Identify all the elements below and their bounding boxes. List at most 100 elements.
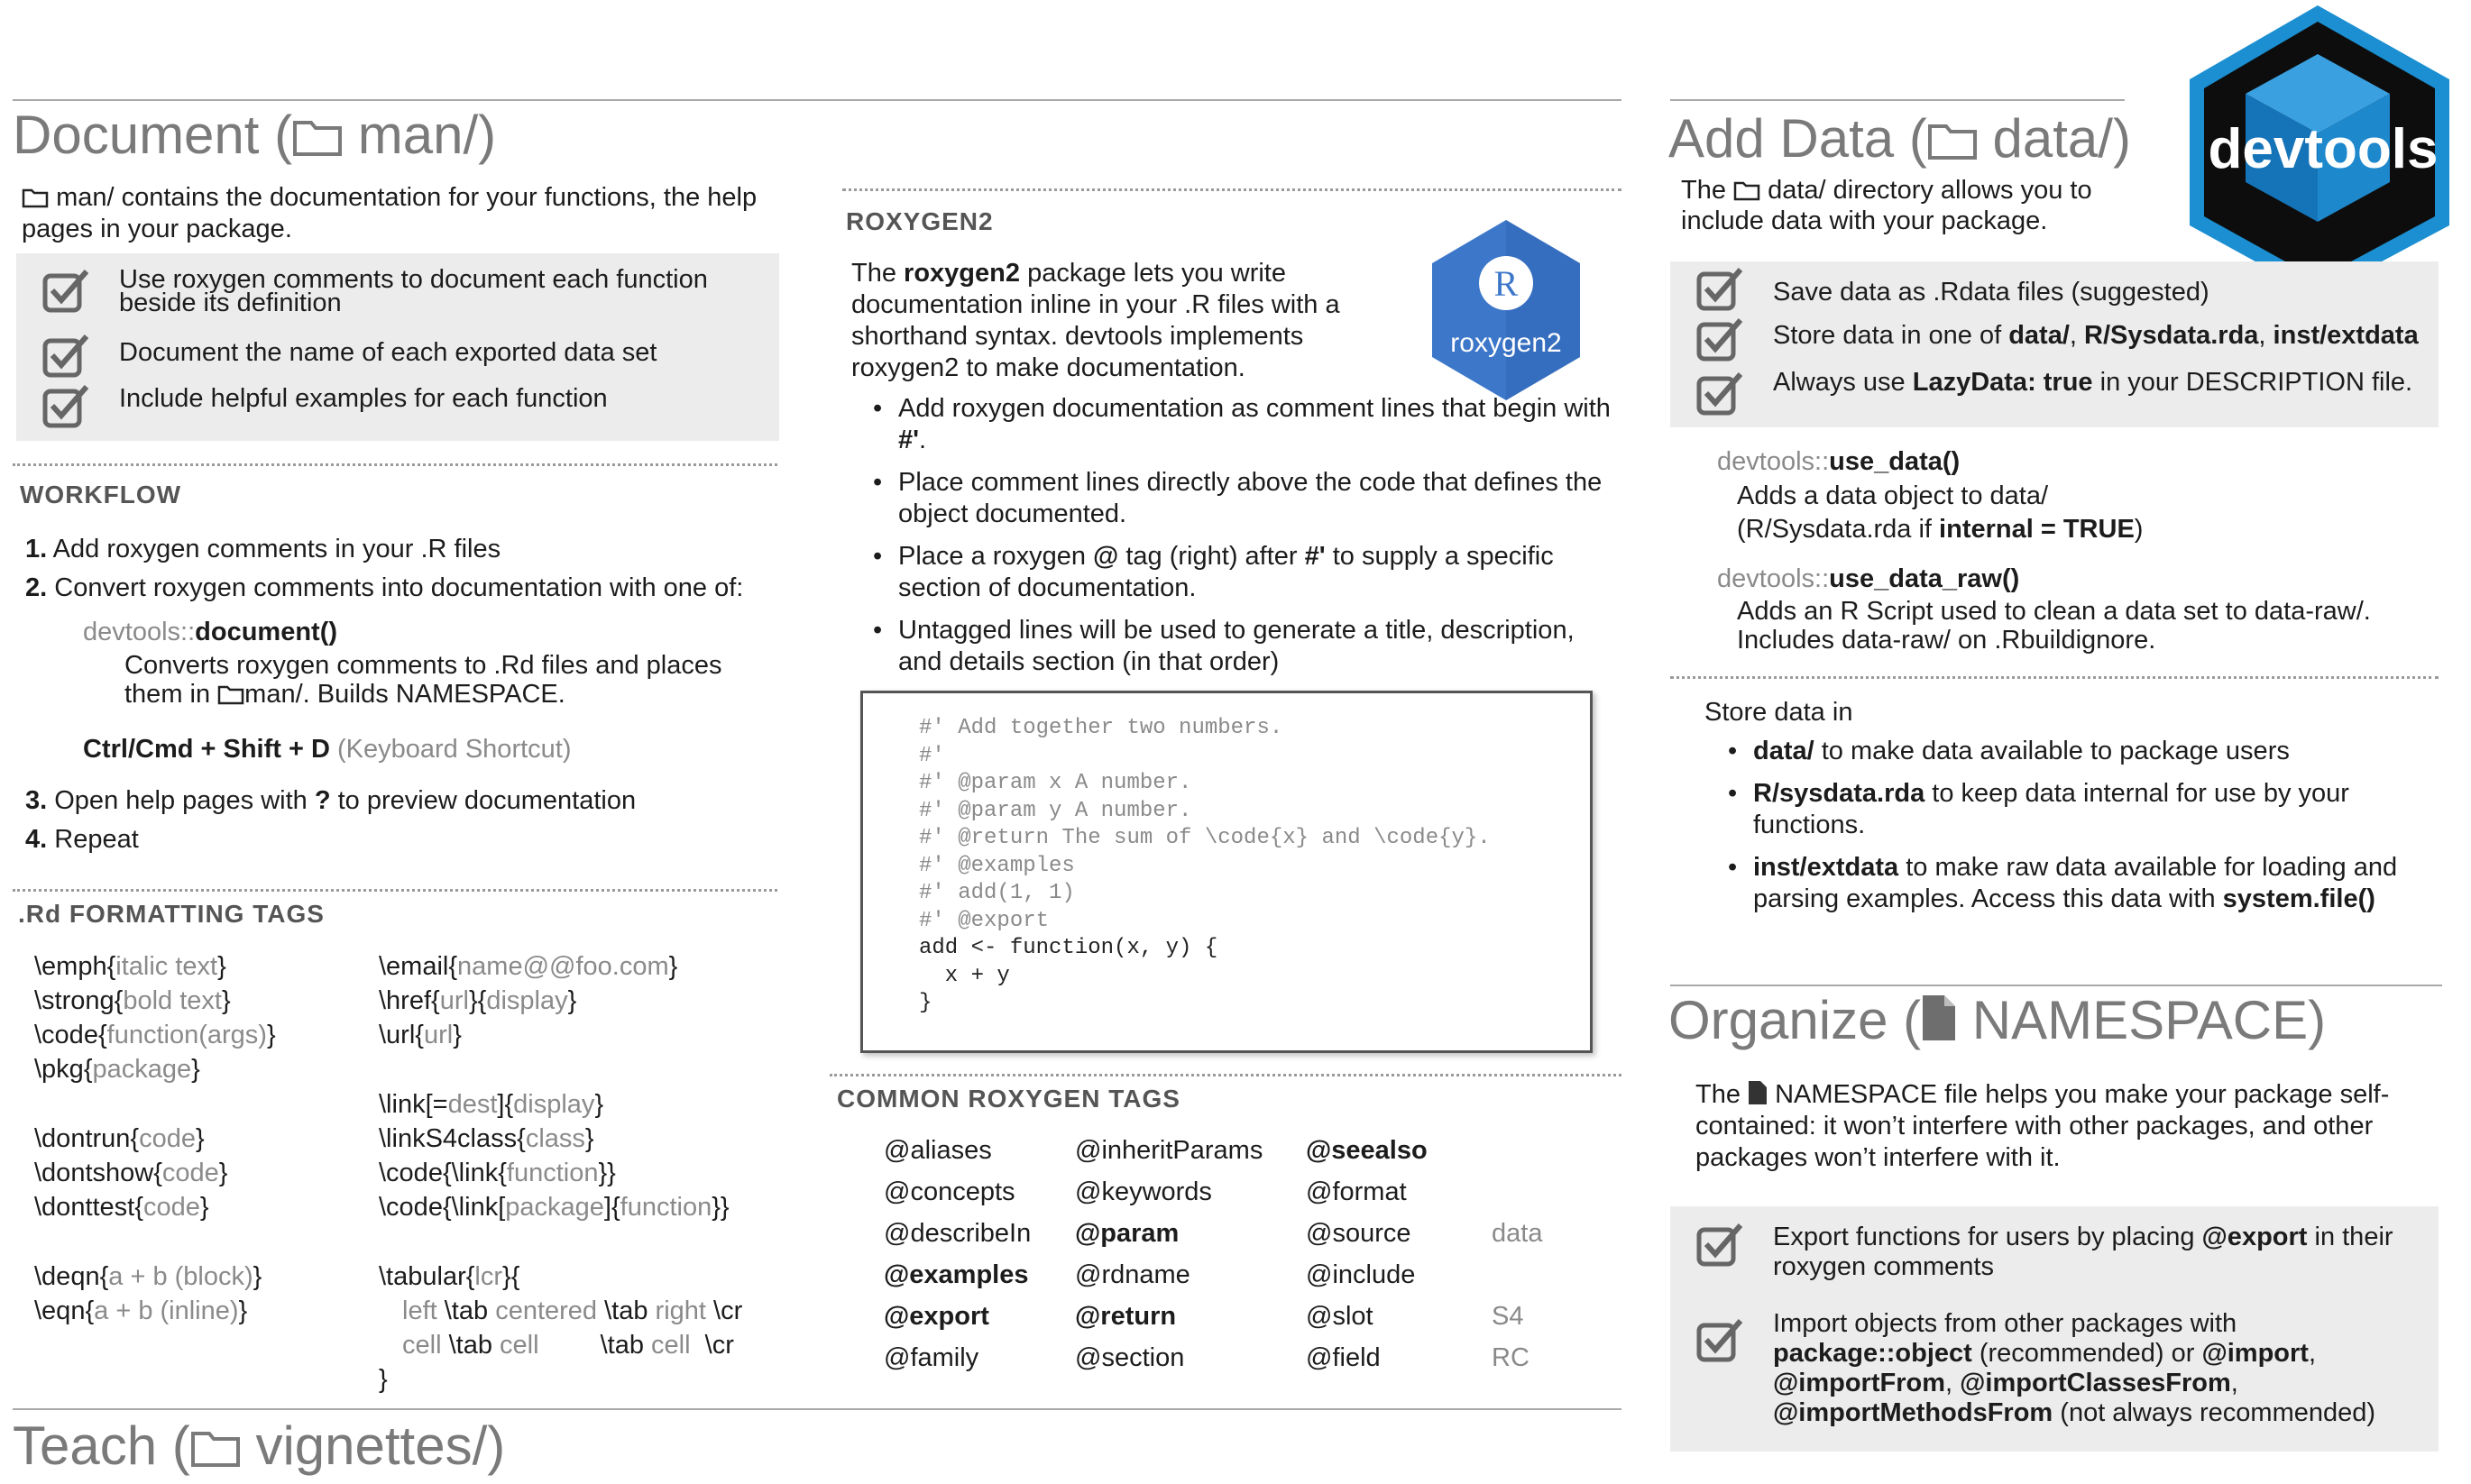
step-text: Add roxygen comments in your .R files <box>52 535 501 563</box>
check-bold: @importClassesFrom <box>1960 1369 2231 1397</box>
dotted-divider <box>13 463 777 466</box>
workflow-step-4: 4. Repeat <box>25 824 139 856</box>
tag-close: } <box>218 1159 228 1187</box>
folder-icon <box>190 1432 240 1467</box>
check-bold: data/ <box>2008 321 2070 350</box>
checkbox-icon <box>1696 1223 1743 1267</box>
fn-prefix: devtools:: <box>83 618 196 646</box>
tag-category: data <box>1492 1219 1543 1248</box>
rd-tag: \pkg{package} <box>34 1052 200 1086</box>
code-comment: #' @param x A number. <box>919 771 1192 795</box>
roxygen-tag: @describeIn <box>884 1219 1032 1248</box>
tag-arg: code <box>161 1159 219 1187</box>
add-data-heading: Add Data ( data/) <box>1668 108 2131 169</box>
checkbox-icon <box>1696 268 1743 311</box>
checkbox-icon <box>42 385 89 428</box>
roxygen-bullets: Add roxygen documentation as comment lin… <box>869 393 1618 689</box>
store-bold: data/ <box>1753 737 1814 765</box>
document-intro: man/ contains the documentation for your… <box>22 182 797 245</box>
fn-desc-bold: internal = TRUE <box>1939 515 2135 544</box>
organize-check-1: Export functions for users by placing @e… <box>1773 1223 2422 1282</box>
check-bold: @importMethodsFrom <box>1773 1398 2053 1427</box>
check-bold: @import <box>2201 1339 2309 1368</box>
document-heading-dir: man/) <box>357 105 497 165</box>
top-rule-right <box>1670 99 2125 101</box>
code-example: #' Add together two numbers. #' #' @para… <box>860 691 1593 1053</box>
tag-arg: display <box>486 986 568 1015</box>
check-bold: R/Sysdata.rda <box>2084 321 2259 350</box>
intro-dir: man/ <box>56 183 115 212</box>
file-icon <box>1923 995 1956 1040</box>
top-rule <box>13 99 1621 101</box>
step-text: Open help pages with <box>54 786 308 815</box>
checkbox-icon <box>42 270 89 313</box>
tag-close: } <box>567 986 577 1015</box>
tag-close: } <box>191 1055 200 1084</box>
tag-arg: bold text <box>123 986 222 1015</box>
logo-text: roxygen2 <box>1450 328 1561 358</box>
intro-word: The <box>1695 1080 1741 1109</box>
devtools-logo: devtools <box>2190 5 2449 296</box>
common-tags-title: COMMON ROXYGEN TAGS <box>837 1085 1180 1113</box>
tabular-end: \cr <box>713 1296 743 1325</box>
tag-close: } <box>199 1193 209 1222</box>
check-text: in your DESCRIPTION file. <box>2092 368 2413 397</box>
bullet-bold: #' <box>898 426 920 454</box>
tabular-end: \cr <box>704 1331 734 1360</box>
rd-tag: \dontshow{code} <box>34 1156 227 1190</box>
folder-icon <box>293 121 343 156</box>
tag-mid: }{ <box>468 986 487 1015</box>
code-comment: #' @return The sum of \code{x} and \code… <box>919 826 1491 850</box>
teach-heading-dir: vignettes/) <box>255 1415 506 1476</box>
code-comment: #' add(1, 1) <box>919 881 1075 905</box>
tag-cmd: \strong{ <box>34 986 124 1015</box>
roxygen-tag: @seealso <box>1306 1136 1428 1165</box>
rd-tag: \deqn{a + b (block)} <box>34 1260 262 1294</box>
tag-arg: package <box>505 1193 604 1222</box>
roxygen-tag: @include <box>1306 1260 1416 1289</box>
check-bold: @export <box>2201 1223 2308 1251</box>
document-function: devtools::document() <box>83 617 337 648</box>
organize-rule <box>1670 985 2442 986</box>
fn-desc-pre: them in <box>124 680 211 709</box>
tag-cmd: \code{\link{ <box>379 1159 507 1187</box>
roxygen-tag: @keywords <box>1075 1177 1212 1206</box>
document-check-1: Use roxygen comments to document each fu… <box>119 265 708 317</box>
rd-tag: \strong{bold text} <box>34 984 231 1018</box>
tag-cmd: \linkS4class{ <box>379 1124 526 1153</box>
tag-arg: package <box>92 1055 192 1084</box>
rd-tag: \linkS4class{class} <box>379 1122 594 1156</box>
document-heading: Document ( man/) <box>13 105 497 165</box>
dotted-divider <box>13 889 777 892</box>
roxygen-intro: The roxygen2 package lets you write docu… <box>851 258 1365 384</box>
organize-heading: Organize ( NAMESPACE) <box>1668 990 2327 1050</box>
roxygen-tag: @source <box>1306 1219 1411 1248</box>
add-data-intro: The data/ directory allows you to includ… <box>1681 175 2150 236</box>
step-number: 1. <box>25 535 48 563</box>
help-operator: ? <box>314 786 331 815</box>
checkbox-icon <box>1696 1319 1743 1362</box>
rd-tag: \code{function(args)} <box>34 1018 276 1052</box>
organize-check-2: Import objects from other packages with … <box>1773 1309 2422 1428</box>
tag-arg: dest <box>447 1090 498 1119</box>
tag-cmd: \pkg{ <box>34 1055 93 1084</box>
bullet-text: Place comment lines directly above the c… <box>898 468 1603 528</box>
add-data-heading-dir: data/) <box>1992 108 2131 169</box>
step-text: to preview documentation <box>337 786 637 815</box>
add-data-check-2: Store data in one of data/, R/Sysdata.rd… <box>1773 321 2419 351</box>
tabular-cell: cell <box>500 1331 539 1360</box>
store-item: R/sysdata.rda to keep data internal for … <box>1724 778 2428 841</box>
rd-tags-title: .Rd FORMATTING TAGS <box>18 900 325 928</box>
use-data-raw-function: devtools::use_data_raw() <box>1717 563 2019 595</box>
folder-icon <box>1733 181 1760 201</box>
bullet-text: Place a roxygen <box>898 542 1086 571</box>
add-data-heading-word: Add Data <box>1668 108 1895 169</box>
bullet-bold: #' <box>1304 542 1326 571</box>
check-bold: @importFrom <box>1773 1369 1945 1397</box>
store-title: Store data in <box>1704 698 1853 727</box>
roxygen-tag: @family <box>884 1343 979 1372</box>
rd-tag: \donttest{code} <box>34 1190 209 1224</box>
use-data-function: devtools::use_data() <box>1717 446 1960 478</box>
check-text: (recommended) or <box>1979 1339 2195 1368</box>
fn-desc-line: Adds a data object to data/ <box>1737 481 2049 510</box>
